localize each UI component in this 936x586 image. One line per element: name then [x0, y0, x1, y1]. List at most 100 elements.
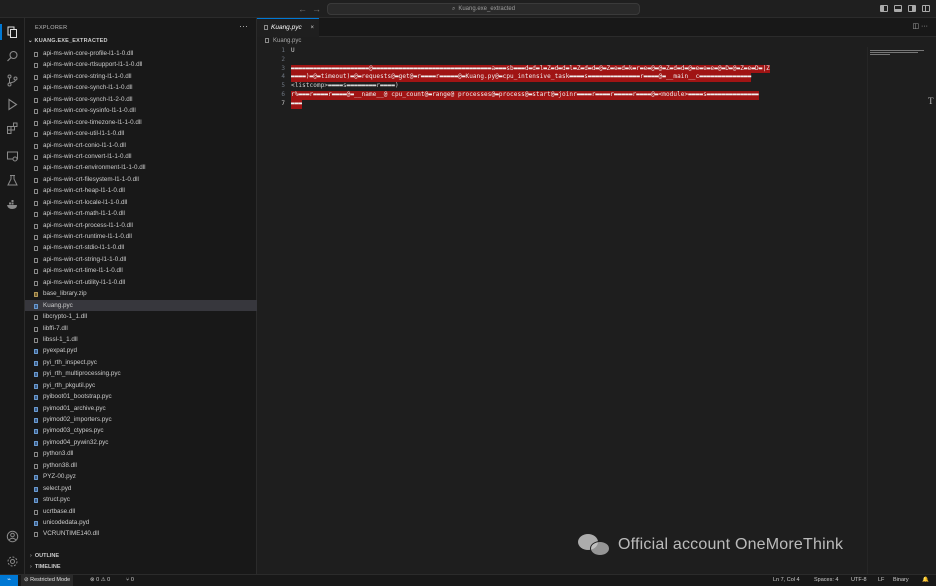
- file-tree-item[interactable]: api-ms-win-core-util-l1-1-0.dll: [25, 128, 257, 139]
- file-tree-item[interactable]: python3.dll: [25, 448, 257, 459]
- file-tree-item[interactable]: api-ms-win-crt-utility-l1-1-0.dll: [25, 277, 257, 288]
- file-tree-item[interactable]: api-ms-win-core-synch-l1-1-0.dll: [25, 82, 257, 93]
- file-tree-item[interactable]: api-ms-win-crt-locale-l1-1-0.dll: [25, 197, 257, 208]
- file-tree-item[interactable]: pyi_rth_pkgutil.pyc: [25, 380, 257, 391]
- code-editor[interactable]: 1 U 2 3 ▬▬▬▬▬▬▬▬▬▬▬▬▬▬▬▬▬▬▬▬▬@▬▬▬▬▬▬▬▬▬▬▬▬▬▬…: [257, 47, 867, 574]
- customize-layout-icon[interactable]: [922, 5, 930, 12]
- file-tree-item[interactable]: api-ms-win-crt-conio-l1-1-0.dll: [25, 140, 257, 151]
- file-tree-item[interactable]: unicodedata.pyd: [25, 517, 257, 528]
- end-of-line[interactable]: LF: [878, 575, 884, 586]
- problems-indicator[interactable]: ⊗ 0 ⚠ 0: [90, 575, 110, 586]
- file-tree-item[interactable]: api-ms-win-crt-filesystem-l1-1-0.dll: [25, 174, 257, 185]
- file-tree-item[interactable]: select.pyd: [25, 483, 257, 494]
- code-line[interactable]: 5 <listcomp>▬▬▬▬s▬▬▬▬▬▬▬▬r▬▬▬▬): [257, 82, 867, 91]
- extensions-icon[interactable]: [6, 122, 19, 135]
- file-name: api-ms-win-crt-process-l1-1-0.dll: [43, 221, 133, 229]
- code-line[interactable]: 3 ▬▬▬▬▬▬▬▬▬▬▬▬▬▬▬▬▬▬▬▬▬@▬▬▬▬▬▬▬▬▬▬▬▬▬▬▬▬▬…: [257, 64, 867, 74]
- file-tree-item[interactable]: PYZ-00.pyz: [25, 471, 257, 482]
- file-tree-item[interactable]: struct.pyc: [25, 494, 257, 505]
- file-tree-item[interactable]: pyimod02_importers.pyc: [25, 414, 257, 425]
- file-tree-item[interactable]: api-ms-win-crt-environment-l1-1-0.dll: [25, 162, 257, 173]
- file-tree-item[interactable]: base_library.zip: [25, 288, 257, 299]
- code-line[interactable]: 1U: [257, 47, 867, 56]
- ports-indicator[interactable]: ⑂ 0: [126, 575, 134, 586]
- code-text: ▬▬▬▬)▬@▬timeout)▬@▬requests@▬get@▬r▬▬▬▬r…: [291, 73, 752, 83]
- command-center-search[interactable]: ⌕ Kuang.exe_extracted: [327, 3, 640, 15]
- file-tree-item[interactable]: api-ms-win-core-rtlsupport-l1-1-0.dll: [25, 59, 257, 70]
- file-icon: [34, 246, 38, 252]
- file-tree-item[interactable]: api-ms-win-core-timezone-l1-1-0.dll: [25, 117, 257, 128]
- tab-kuang-pyc[interactable]: Kuang.pyc ×: [257, 18, 319, 37]
- title-bar: ← → ⌕ Kuang.exe_extracted: [0, 0, 936, 18]
- file-tree-item[interactable]: pyi_rth_multiprocessing.pyc: [25, 368, 257, 379]
- restricted-mode-badge[interactable]: ⊘ Restricted Mode: [21, 575, 74, 586]
- file-tree-item[interactable]: api-ms-win-core-profile-l1-1-0.dll: [25, 48, 257, 59]
- language-mode[interactable]: Binary: [893, 575, 909, 586]
- folder-header[interactable]: ⌄ KUANG.EXE_EXTRACTED: [28, 38, 108, 44]
- file-tree-item[interactable]: api-ms-win-crt-process-l1-1-0.dll: [25, 220, 257, 231]
- file-icon: [34, 280, 38, 286]
- minimap[interactable]: [867, 47, 927, 574]
- breadcrumb[interactable]: Kuang.pyc: [265, 38, 301, 44]
- toggle-panel-icon[interactable]: [894, 5, 902, 12]
- account-icon[interactable]: [6, 530, 19, 543]
- code-line[interactable]: 4 ▬▬▬▬)▬@▬timeout)▬@▬requests@▬get@▬r▬▬▬▬…: [257, 73, 867, 83]
- file-tree-item[interactable]: pyimod04_pywin32.pyc: [25, 437, 257, 448]
- docker-icon[interactable]: [6, 198, 19, 211]
- source-control-icon[interactable]: [6, 74, 19, 87]
- toggle-secondary-sidebar-icon[interactable]: [908, 5, 916, 12]
- notifications-bell-icon[interactable]: 🔔: [922, 575, 929, 586]
- file-icon: [264, 25, 268, 30]
- file-tree-item[interactable]: api-ms-win-crt-heap-l1-1-0.dll: [25, 185, 257, 196]
- file-tree-item[interactable]: api-ms-win-core-string-l1-1-0.dll: [25, 71, 257, 82]
- file-tree-item[interactable]: api-ms-win-crt-math-l1-1-0.dll: [25, 208, 257, 219]
- file-tree-item[interactable]: ucrtbase.dll: [25, 506, 257, 517]
- remote-indicator-icon[interactable]: ⌁: [0, 575, 18, 586]
- file-tree-item[interactable]: pyi_rth_inspect.pyc: [25, 357, 257, 368]
- file-tree-item[interactable]: api-ms-win-crt-string-l1-1-0.dll: [25, 254, 257, 265]
- file-icon: [34, 360, 38, 366]
- vertical-scrollbar[interactable]: [927, 47, 936, 574]
- indentation[interactable]: Spaces: 4: [814, 575, 838, 586]
- file-tree-item[interactable]: pyimod01_archive.pyc: [25, 403, 257, 414]
- file-tree-item[interactable]: pyexpat.pyd: [25, 345, 257, 356]
- file-tree-item[interactable]: VCRUNTIME140.dll: [25, 528, 257, 539]
- file-name: python3.dll: [43, 450, 74, 458]
- file-tree-item[interactable]: libffi-7.dll: [25, 323, 257, 334]
- manage-gear-icon[interactable]: [6, 555, 19, 568]
- file-icon: [34, 452, 38, 458]
- forward-arrow-icon[interactable]: →: [312, 3, 321, 15]
- code-line[interactable]: 6 r%▬▬▬r▬▬▬▬r▬▬▬▬@▬__name__@ cpu_count@▬r…: [257, 90, 867, 100]
- run-debug-icon[interactable]: [6, 98, 19, 111]
- folder-name: KUANG.EXE_EXTRACTED: [34, 38, 108, 44]
- split-editor-icon[interactable]: ◫ ···: [912, 22, 928, 30]
- file-name: pyi_rth_inspect.pyc: [43, 358, 97, 366]
- file-tree-item[interactable]: api-ms-win-crt-stdio-l1-1-0.dll: [25, 242, 257, 253]
- search-view-icon[interactable]: [6, 50, 19, 63]
- more-actions-icon[interactable]: ···: [239, 21, 248, 31]
- cursor-position[interactable]: Ln 7, Col 4: [773, 575, 800, 586]
- code-line[interactable]: 2: [257, 56, 867, 65]
- toggle-primary-sidebar-icon[interactable]: [880, 5, 888, 12]
- file-tree-item[interactable]: libssl-1_1.dll: [25, 334, 257, 345]
- testing-icon[interactable]: [6, 174, 19, 187]
- file-tree-item[interactable]: python38.dll: [25, 460, 257, 471]
- file-tree-item[interactable]: api-ms-win-crt-convert-l1-1-0.dll: [25, 151, 257, 162]
- file-tree-item[interactable]: api-ms-win-core-synch-l1-2-0.dll: [25, 94, 257, 105]
- code-line[interactable]: 7 ▬▬▬: [257, 99, 867, 109]
- encoding[interactable]: UTF-8: [851, 575, 867, 586]
- timeline-section[interactable]: › TIMELINE: [30, 564, 61, 570]
- file-tree-item[interactable]: api-ms-win-crt-runtime-l1-1-0.dll: [25, 231, 257, 242]
- timeline-label: TIMELINE: [34, 564, 61, 570]
- file-tree-item[interactable]: pyiboot01_bootstrap.pyc: [25, 391, 257, 402]
- outline-section[interactable]: › OUTLINE: [30, 553, 59, 559]
- close-icon[interactable]: ×: [310, 19, 314, 37]
- back-arrow-icon[interactable]: ←: [298, 3, 307, 15]
- remote-explorer-icon[interactable]: [6, 150, 19, 163]
- file-tree-item[interactable]: libcrypto-1_1.dll: [25, 311, 257, 322]
- file-tree-item[interactable]: pyimod03_ctypes.pyc: [25, 425, 257, 436]
- file-tree-item[interactable]: api-ms-win-core-sysinfo-l1-1-0.dll: [25, 105, 257, 116]
- file-tree-item[interactable]: api-ms-win-crt-time-l1-1-0.dll: [25, 265, 257, 276]
- file-tree-item[interactable]: Kuang.pyc: [25, 299, 257, 312]
- explorer-icon[interactable]: [6, 26, 19, 39]
